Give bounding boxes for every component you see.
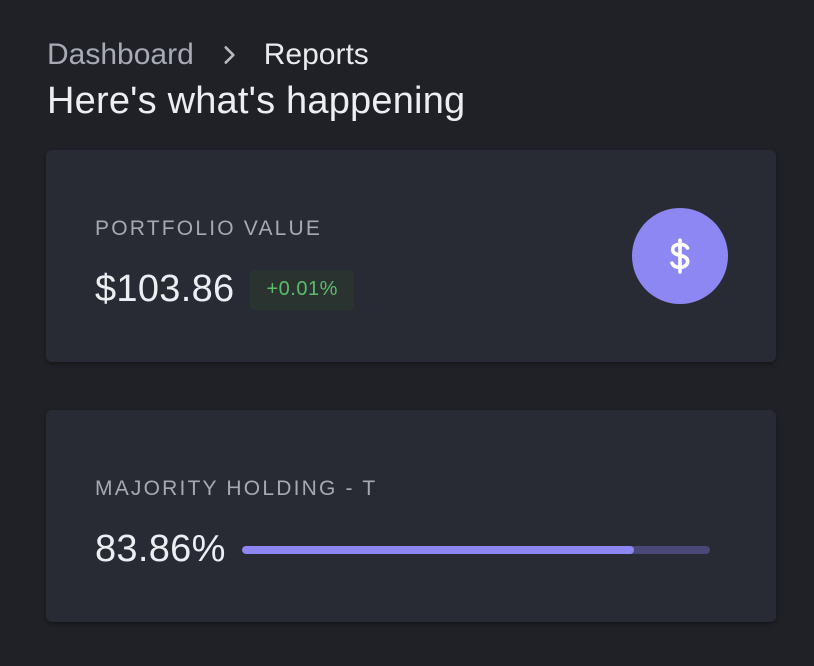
page-title: Here's what's happening [47,80,466,122]
portfolio-value: $103.86 [95,268,235,310]
holding-progress-bar [241,545,710,554]
majority-holding-card: MAJORITY HOLDING - T 83.86% [46,410,776,622]
change-badge: +0.01% [250,269,354,310]
breadcrumb: Dashboard Reports [47,37,369,73]
breadcrumb-current: Reports [263,38,369,71]
dashboard-page: Dashboard Reports Here's what's happenin… [0,0,814,666]
dollar-icon-badge [632,208,728,304]
portfolio-value-label: PORTFOLIO VALUE [95,217,323,240]
breadcrumb-dashboard-link[interactable]: Dashboard [47,38,194,72]
portfolio-value-row: $103.86 +0.01% [95,268,354,311]
portfolio-value-card: PORTFOLIO VALUE $103.86 +0.01% [46,150,776,362]
majority-holding-value: 83.86% [95,528,226,570]
majority-holding-row: 83.86% [95,528,710,571]
majority-holding-label: MAJORITY HOLDING - T [95,477,378,500]
chevron-right-icon [216,42,242,68]
holding-progress-fill [241,545,635,554]
dollar-icon [670,238,690,274]
